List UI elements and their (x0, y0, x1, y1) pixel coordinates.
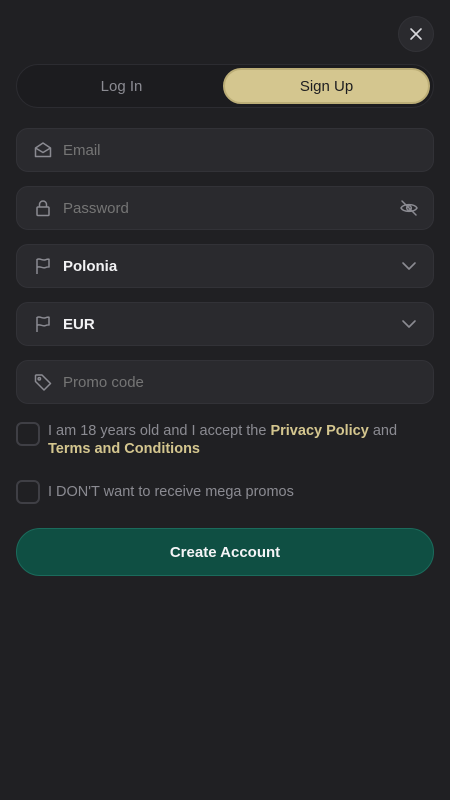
password-input[interactable] (63, 199, 391, 217)
promos-optout-label: I DON'T want to receive mega promos (48, 484, 294, 500)
signup-modal: Log In Sign Up Email Polonia EUR Promo c… (0, 0, 450, 800)
tag-icon (33, 372, 53, 392)
email-field[interactable] (16, 128, 434, 172)
password-field[interactable] (16, 186, 434, 230)
eye-off-icon[interactable] (399, 198, 419, 218)
flag-icon (33, 256, 53, 276)
country-value: Polonia (63, 257, 118, 275)
tab-sign-up[interactable]: Sign Up (223, 68, 430, 104)
lock-icon (33, 198, 53, 218)
flag-icon (33, 314, 53, 334)
promos-optout: I DON'T want to receive mega promos (16, 480, 434, 504)
promo-code-field[interactable] (16, 360, 434, 404)
terms-text: I am 18 years old and I accept the Priva… (48, 422, 397, 458)
promo-code-input[interactable] (63, 373, 419, 391)
terms-prefix: I am 18 years old and I accept the (48, 423, 271, 439)
chevron-down-icon (399, 256, 419, 276)
currency-select[interactable]: EUR (16, 302, 434, 346)
envelope-icon (33, 140, 53, 160)
create-account-button[interactable]: Create Account (16, 528, 434, 576)
terms-conditions-link[interactable]: Terms and Conditions (48, 441, 200, 457)
close-icon (410, 28, 422, 40)
close-button[interactable] (398, 16, 434, 52)
auth-tabs: Log In Sign Up (16, 64, 434, 108)
chevron-down-icon (399, 314, 419, 334)
privacy-policy-link[interactable]: Privacy Policy (270, 423, 368, 439)
currency-value: EUR (63, 315, 95, 333)
terms-middle: and (368, 423, 398, 439)
terms-checkbox[interactable] (16, 422, 40, 446)
email-input[interactable] (63, 141, 419, 159)
promos-optout-checkbox[interactable] (16, 480, 40, 504)
terms-consent: I am 18 years old and I accept the Priva… (16, 422, 434, 458)
country-select[interactable]: Polonia (16, 244, 434, 288)
tab-log-in[interactable]: Log In (20, 68, 223, 104)
